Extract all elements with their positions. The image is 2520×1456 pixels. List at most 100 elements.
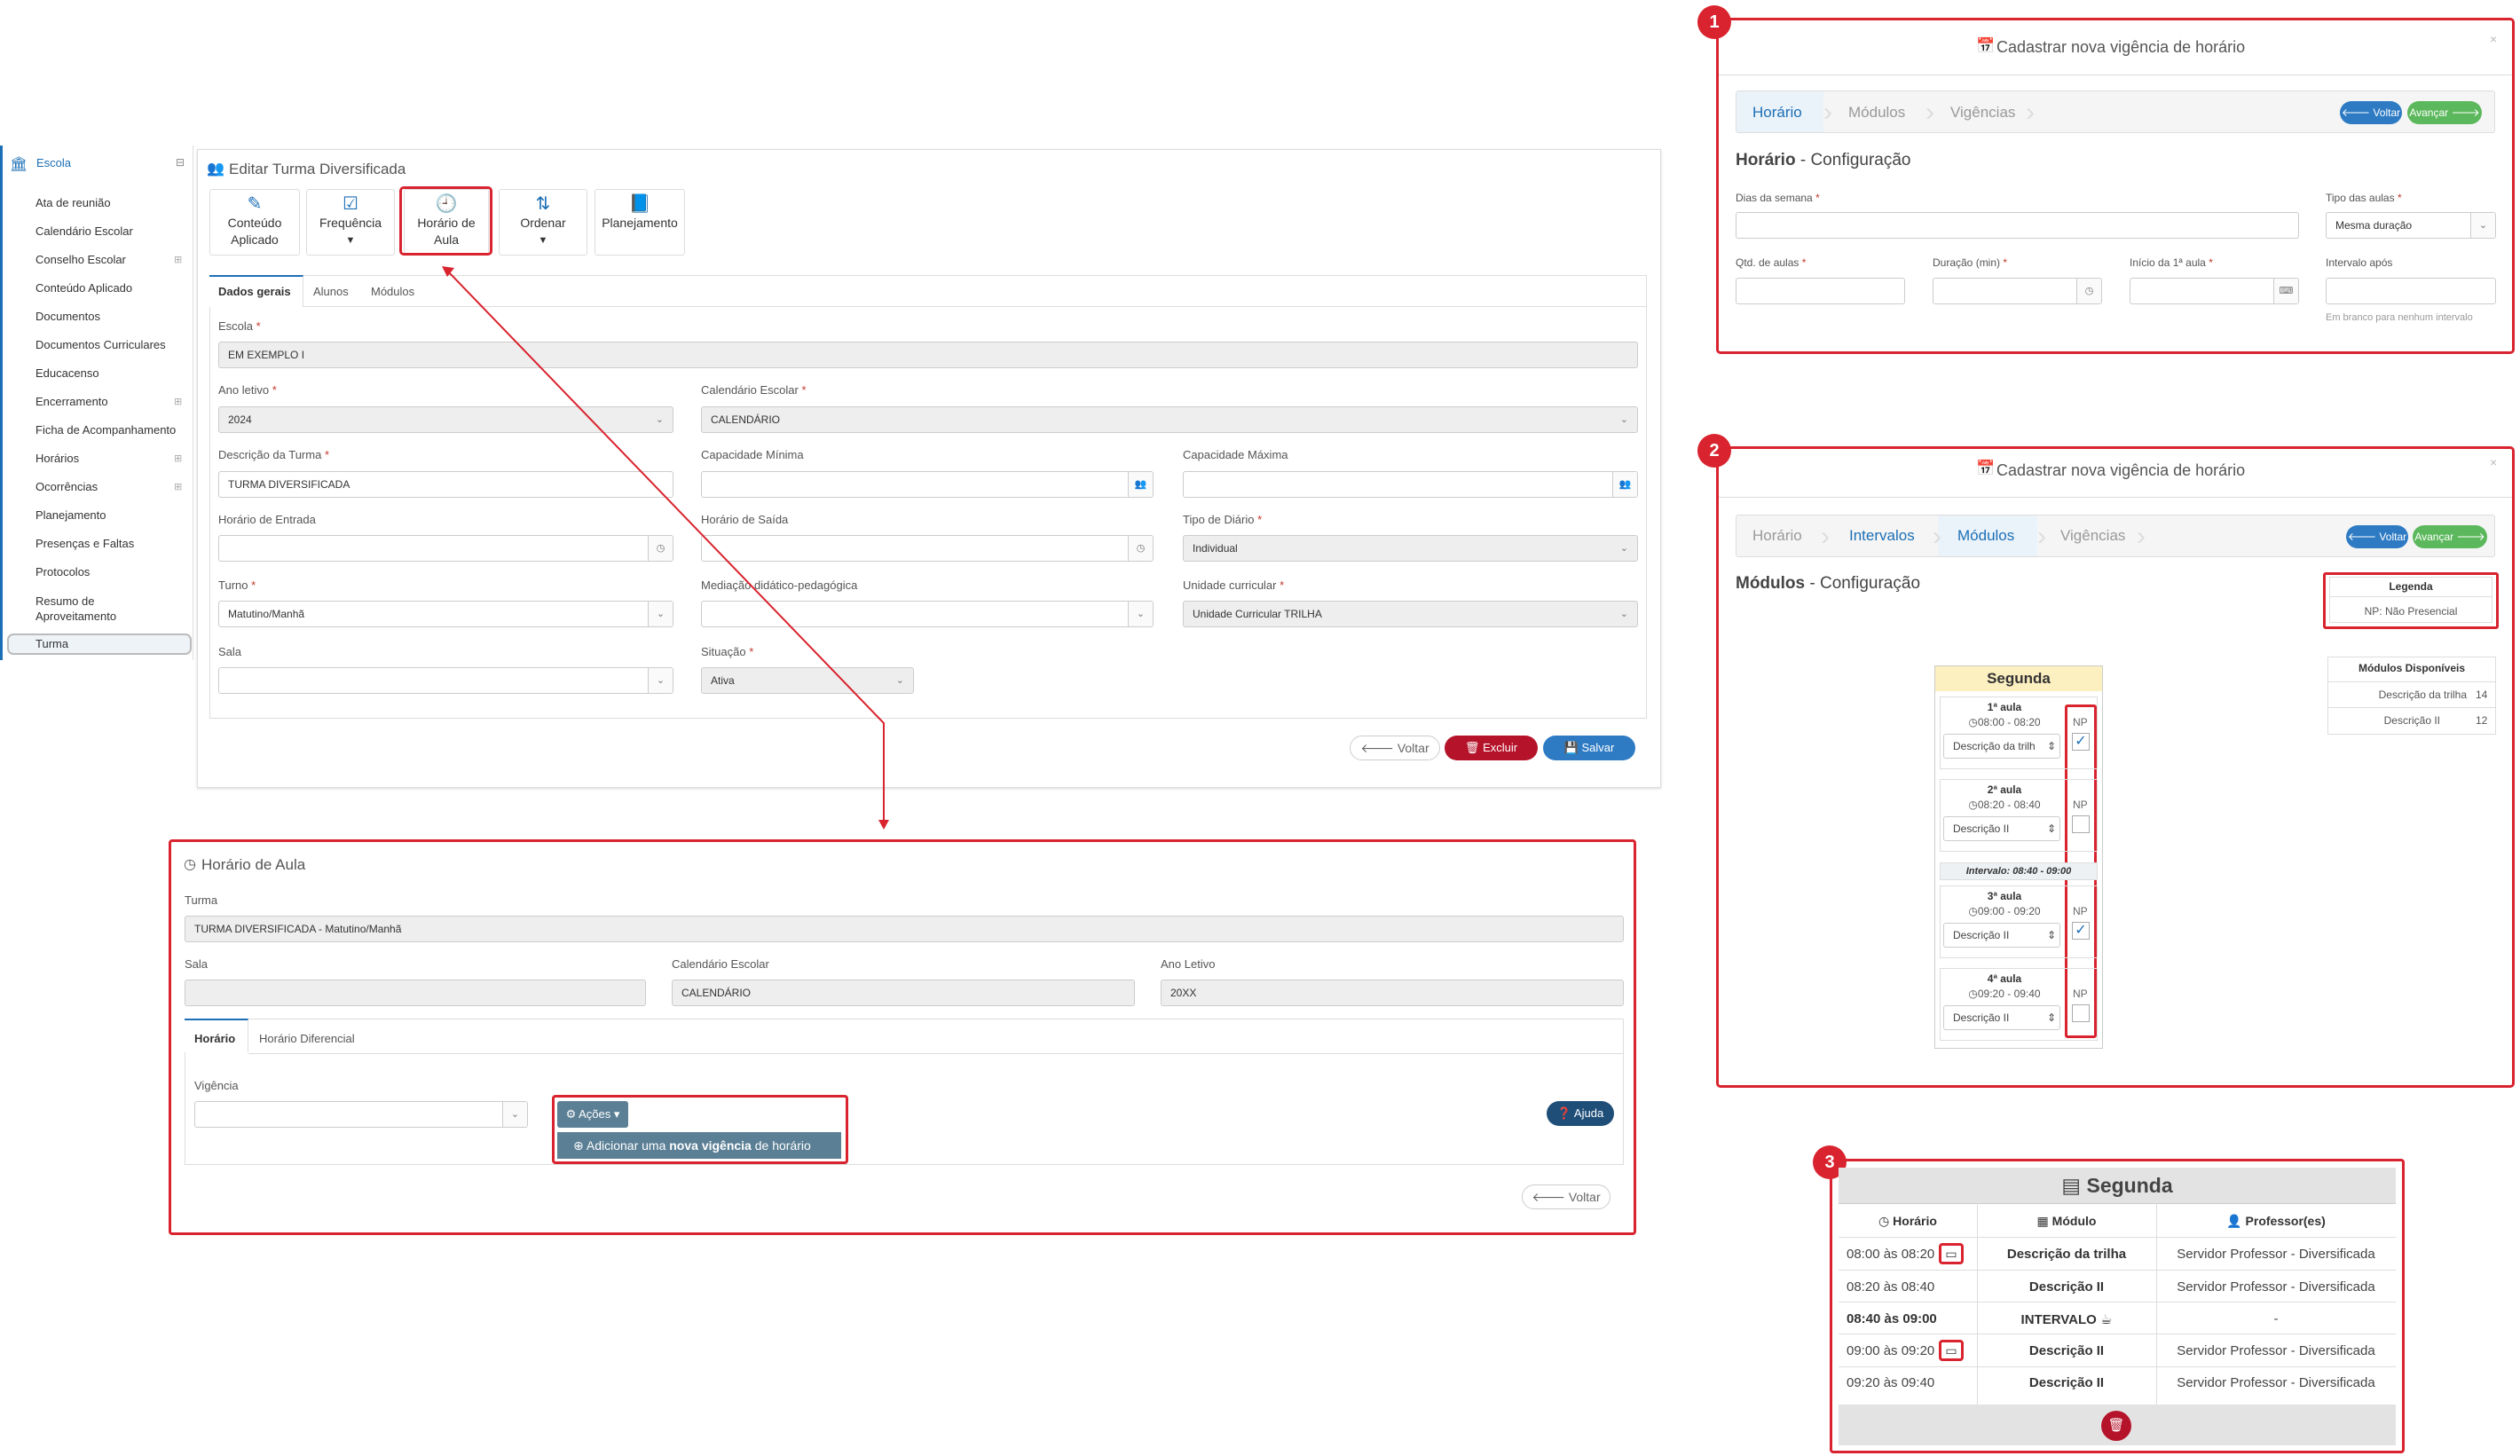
tipo-diario-select[interactable]: Individual ⌄: [1183, 535, 1638, 562]
sidebar-item-calendario[interactable]: Calendário Escolar: [35, 224, 133, 238]
monitor-icon: ▭: [1945, 1247, 1957, 1261]
np-label: NP: [2073, 988, 2088, 1000]
wizard-avancar-button[interactable]: Avançar 🡒: [2407, 101, 2482, 124]
tab-horario-diferencial[interactable]: Horário Diferencial: [259, 1032, 355, 1045]
np-checkbox[interactable]: ✓: [2072, 922, 2090, 940]
table3-day-header: ▤ Segunda: [1839, 1168, 2396, 1203]
inicio-input[interactable]: ⌨: [2130, 278, 2299, 304]
intervalo-label: Intervalo após: [2326, 256, 2393, 269]
ano-letivo-label: Ano letivo *: [218, 383, 277, 397]
turma-label: Turma: [185, 893, 218, 907]
updown-icon: ⇕: [2046, 1011, 2056, 1024]
sidebar-item-doc-curriculares[interactable]: Documentos Curriculares: [35, 338, 166, 351]
conteudo-aplicado-button[interactable]: ✎ Conteúdo Aplicado: [209, 189, 300, 256]
sidebar-item-turma[interactable]: Turma: [35, 637, 68, 650]
wizard-step-modulos[interactable]: Módulos: [1848, 104, 1905, 122]
sidebar-item-resumo[interactable]: Resumo de Aproveitamento: [35, 594, 151, 624]
aula-module-select[interactable]: Descrição II ⇕: [1943, 923, 2060, 948]
wizard-step-vigencias[interactable]: Vigências: [2060, 527, 2125, 545]
acoes-button[interactable]: ⚙ Ações ▾: [557, 1101, 628, 1128]
sidebar-item-protocolos[interactable]: Protocolos: [35, 565, 90, 578]
expand-icon[interactable]: ⊞: [174, 396, 182, 407]
unidade-select[interactable]: Unidade Curricular TRILHA ⌄: [1183, 601, 1638, 627]
sidebar-item-horarios[interactable]: Horários: [35, 452, 79, 465]
col-sep: [1977, 1203, 1978, 1405]
row-module: Descrição da trilha: [2006, 1247, 2127, 1262]
users-icon: 👥: [207, 161, 224, 177]
aula-title: 4ª aula: [1987, 972, 2022, 985]
row-time: 08:20 às 08:40: [1847, 1279, 1935, 1295]
sidebar-item-encerramento[interactable]: Encerramento: [35, 395, 108, 408]
disp-row-count: 14: [2476, 689, 2488, 701]
close-icon[interactable]: ×: [2490, 32, 2497, 46]
tab-dados-gerais[interactable]: Dados gerais: [218, 285, 291, 298]
disp-divider: [2327, 707, 2496, 708]
wizard-voltar-button[interactable]: 🡐 Voltar: [2346, 525, 2408, 548]
expand-icon[interactable]: ⊞: [174, 453, 182, 464]
intervalo-hint: Em branco para nenhum intervalo: [2326, 312, 2473, 323]
expand-icon[interactable]: ⊞: [174, 481, 182, 492]
arrow-left-icon: 🡐: [2341, 106, 2371, 119]
nova-vigencia-menu-item[interactable]: ⊕ Adicionar uma nova vigência de horário: [557, 1132, 841, 1159]
sidebar-header[interactable]: Escola: [36, 156, 71, 169]
modal2-section-title: Módulos - Configuração: [1736, 574, 1921, 593]
salvar-button[interactable]: 💾 Salvar: [1543, 736, 1635, 760]
horario-voltar-button[interactable]: 🡐 Voltar: [1522, 1184, 1610, 1209]
sidebar-item-planejamento[interactable]: Planejamento: [35, 508, 106, 522]
collapse-icon[interactable]: ⊟: [176, 156, 185, 169]
school-icon: 🏛: [10, 157, 28, 172]
sidebar-item-educacenso[interactable]: Educacenso: [35, 366, 99, 380]
sidebar-item-ocorrencias[interactable]: Ocorrências: [35, 480, 98, 493]
wizard-step-intervalos[interactable]: Intervalos: [1849, 527, 1915, 545]
ajuda-button[interactable]: ❓ Ajuda: [1547, 1101, 1614, 1126]
close-icon[interactable]: ×: [2490, 455, 2497, 469]
row-time: 09:00 às 09:20: [1847, 1343, 1935, 1358]
arrow-left-icon: 🡐: [1532, 1190, 1565, 1204]
excluir-button[interactable]: 🗑 Excluir: [1445, 736, 1538, 760]
monitor-icon: ▭: [1945, 1343, 1957, 1358]
wizard-step-vigencias[interactable]: Vigências: [1950, 104, 2015, 122]
sidebar-item-conteudo[interactable]: Conteúdo Aplicado: [35, 281, 132, 295]
aula-module-select[interactable]: Descrição da trilh ⇕: [1943, 734, 2060, 759]
tipo-aulas-select[interactable]: Mesma duração ⌄: [2326, 212, 2496, 239]
intervalo-input[interactable]: [2326, 278, 2496, 304]
edit-voltar-button[interactable]: 🡐 Voltar: [1350, 736, 1440, 760]
escola-label: Escola *: [218, 319, 261, 333]
aula-module-select[interactable]: Descrição II ⇕: [1943, 1005, 2060, 1030]
duracao-input[interactable]: ◷: [1933, 278, 2102, 304]
frequencia-button[interactable]: ☑ Frequência ▼: [306, 189, 395, 256]
tab-horario[interactable]: Horário: [194, 1032, 235, 1045]
ordenar-button[interactable]: ⇅ Ordenar ▼: [499, 189, 587, 256]
delete-day-button[interactable]: 🗑: [2101, 1411, 2131, 1441]
clock-icon: ◷: [2076, 279, 2101, 303]
sidebar-item-presencas[interactable]: Presenças e Faltas: [35, 537, 134, 550]
sidebar-item-ficha[interactable]: Ficha de Acompanhamento: [35, 423, 176, 437]
wizard-step-modulos[interactable]: Módulos: [1957, 527, 2014, 545]
users-icon: 👥: [1128, 472, 1153, 497]
vigencia-select[interactable]: ⌄: [194, 1101, 528, 1128]
wizard-voltar-button[interactable]: 🡐 Voltar: [2340, 101, 2402, 124]
qtd-aulas-input[interactable]: [1736, 278, 1905, 304]
arrow-right-icon: 🡒: [2451, 106, 2480, 119]
np-checkbox[interactable]: [2072, 815, 2090, 833]
planejamento-button[interactable]: 📘 Planejamento: [595, 189, 685, 256]
sidebar-item-documentos[interactable]: Documentos: [35, 310, 100, 323]
tab-alunos[interactable]: Alunos: [313, 285, 349, 298]
dias-semana-input[interactable]: [1736, 212, 2299, 239]
wizard-avancar-button[interactable]: Avançar 🡒: [2413, 525, 2487, 548]
wizard-step-horario[interactable]: Horário: [1752, 104, 1802, 122]
clock-icon: ◷: [1968, 905, 1978, 917]
sidebar-item-ata[interactable]: Ata de reunião: [35, 196, 111, 209]
tab-modulos[interactable]: Módulos: [371, 285, 414, 298]
np-checkbox[interactable]: [2072, 1004, 2090, 1022]
row-divider: [1839, 1270, 2396, 1271]
updown-icon: ⇕: [2046, 929, 2056, 941]
unidade-label: Unidade curricular *: [1183, 578, 1285, 592]
cap-max-input[interactable]: 👥: [1183, 471, 1638, 498]
sidebar-item-conselho[interactable]: Conselho Escolar: [35, 253, 126, 266]
aula-module-select[interactable]: Descrição II ⇕: [1943, 816, 2060, 841]
tabs-divider: [248, 1053, 1624, 1054]
np-checkbox[interactable]: ✓: [2072, 733, 2090, 751]
wizard-step-horario[interactable]: Horário: [1752, 527, 1802, 545]
expand-icon[interactable]: ⊞: [174, 254, 182, 265]
